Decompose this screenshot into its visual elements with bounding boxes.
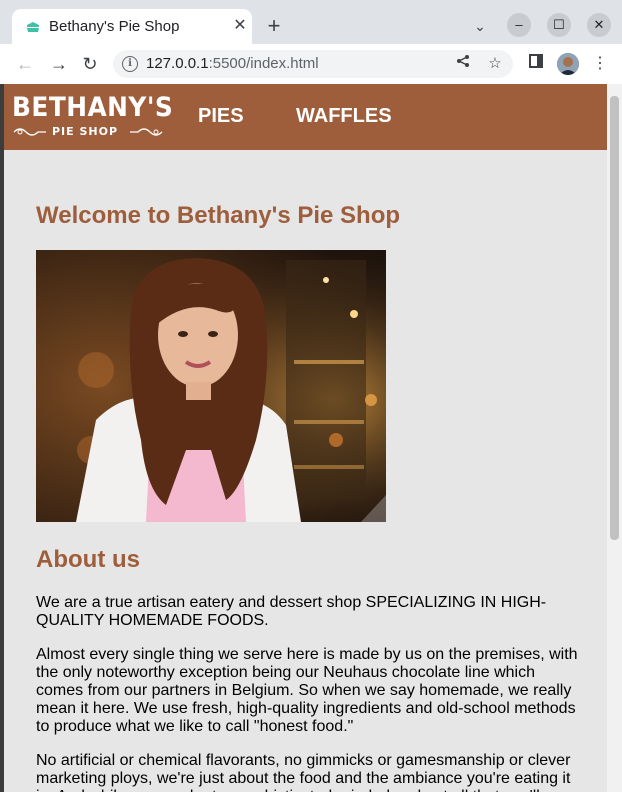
new-tab-icon[interactable]: + (262, 15, 286, 39)
browser-toolbar: ← → ↻ i 127.0.0.1:5500/index.html ☆ ⋮ (0, 44, 622, 84)
site-info-icon[interactable]: i (122, 56, 138, 72)
staff-photo-illustration (36, 250, 386, 522)
bookmark-star-icon[interactable]: ☆ (485, 54, 505, 74)
side-panel-icon[interactable] (525, 53, 547, 75)
page-viewport: BETHANY'S PIE SHOP PIES WAFFLES Welcome … (4, 84, 608, 792)
close-window-icon[interactable]: ✕ (587, 13, 611, 37)
site-header: BETHANY'S PIE SHOP PIES WAFFLES (4, 84, 608, 150)
minimize-icon[interactable]: – (507, 13, 531, 37)
logo-subtitle: PIE SHOP (52, 125, 119, 138)
share-icon[interactable] (453, 54, 473, 74)
profile-avatar[interactable] (557, 53, 579, 75)
share-glyph (457, 55, 469, 67)
address-bar[interactable]: i 127.0.0.1:5500/index.html ☆ (113, 50, 513, 78)
site-logo[interactable]: BETHANY'S PIE SHOP (12, 92, 173, 142)
reload-icon[interactable]: ↻ (77, 51, 103, 77)
page-scrollbar[interactable] (607, 84, 622, 792)
tab-title: Bethany's Pie Shop (49, 18, 180, 35)
url-text: 127.0.0.1:5500/index.html (146, 55, 319, 72)
about-paragraph-2: Almost every single thing we serve here … (36, 646, 578, 735)
nav-link-waffles[interactable]: WAFFLES (296, 105, 392, 128)
scrollbar-thumb[interactable] (610, 96, 619, 540)
avatar-image (557, 53, 579, 75)
browser-tab[interactable]: Bethany's Pie Shop ✕ (12, 9, 252, 44)
url-path: :5500/index.html (208, 55, 319, 72)
url-host: 127.0.0.1 (146, 55, 209, 72)
side-panel-glyph (529, 54, 543, 68)
tab-strip: Bethany's Pie Shop ✕ + ⌄ – ☐ ✕ (0, 0, 622, 44)
tab-search-icon[interactable]: ⌄ (470, 16, 490, 36)
site-favicon-icon (27, 22, 39, 32)
nav-link-pies[interactable]: PIES (198, 105, 244, 128)
forward-icon[interactable]: → (46, 51, 72, 77)
about-paragraph-1: We are a true artisan eatery and dessert… (36, 594, 547, 629)
about-heading: About us (36, 546, 140, 573)
about-paragraph-3: No artificial or chemical flavorants, no… (36, 752, 571, 792)
browser-chrome: Bethany's Pie Shop ✕ + ⌄ – ☐ ✕ ← → ↻ i 1… (0, 0, 622, 84)
logo-wordmark: BETHANY'S (12, 92, 174, 123)
maximize-icon[interactable]: ☐ (547, 13, 571, 37)
close-tab-icon[interactable]: ✕ (230, 16, 250, 36)
menu-kebab-icon[interactable]: ⋮ (589, 53, 611, 75)
back-icon[interactable]: ← (12, 51, 38, 77)
shop-staff-photo (36, 250, 386, 522)
welcome-heading: Welcome to Bethany's Pie Shop (36, 202, 401, 229)
